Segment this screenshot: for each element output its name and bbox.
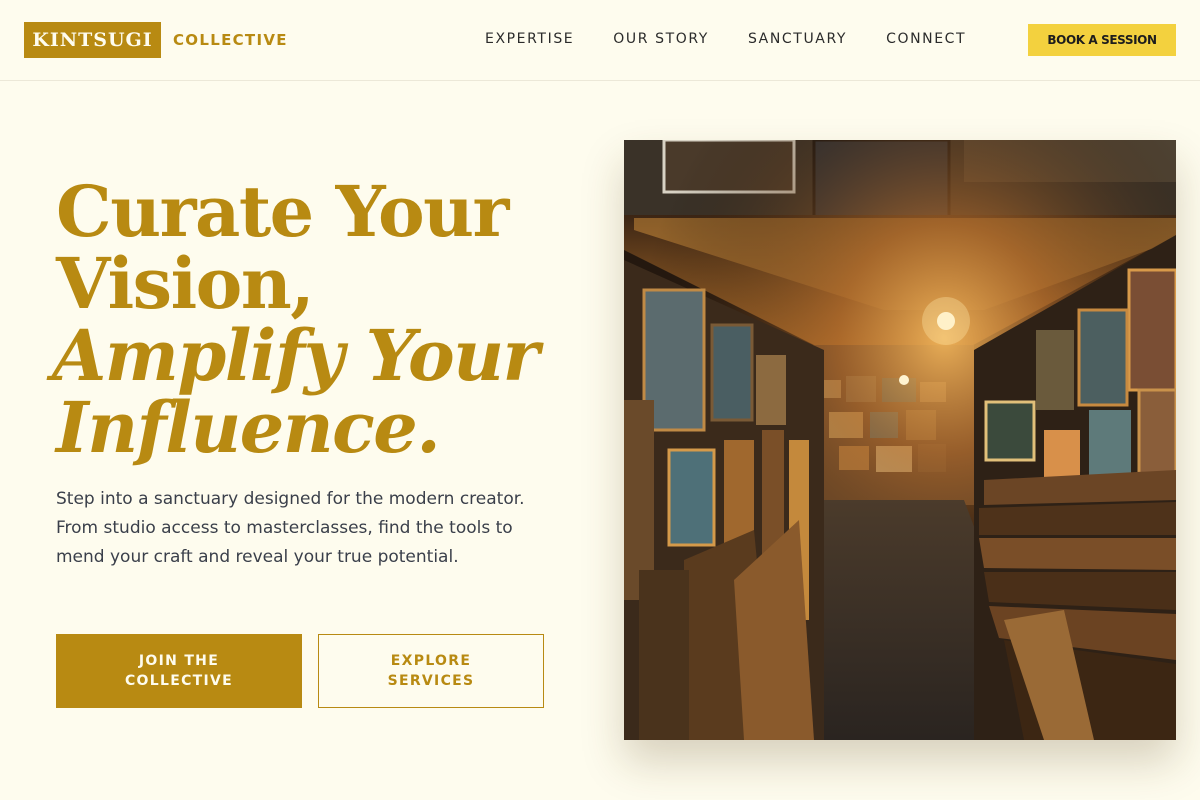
book-session-button[interactable]: BOOK A SESSION: [1028, 24, 1176, 56]
join-collective-button[interactable]: JOIN THE COLLECTIVE: [56, 634, 302, 708]
explore-services-button[interactable]: EXPLORE SERVICES: [318, 634, 544, 708]
logo-wordmark: COLLECTIVE: [173, 31, 288, 49]
nav-item-our-story[interactable]: OUR STORY: [613, 30, 709, 48]
headline-line-3: Amplify Your: [52, 314, 540, 397]
gallery-corridor-photo: [624, 140, 1176, 740]
headline-line-2: Vision,: [56, 242, 315, 325]
gallery-illustration: [624, 140, 1176, 740]
main-nav: EXPERTISE OUR STORY SANCTUARY CONNECT: [485, 30, 966, 48]
logo-mark: KINTSUGI: [24, 22, 161, 58]
nav-item-connect[interactable]: CONNECT: [886, 30, 966, 48]
headline-line-4: Influence.: [56, 386, 441, 469]
brand-logo[interactable]: KINTSUGI COLLECTIVE: [24, 22, 288, 58]
hero-description: Step into a sanctuary designed for the m…: [56, 489, 525, 567]
nav-item-expertise[interactable]: EXPERTISE: [485, 30, 574, 48]
headline-line-1: Curate Your: [56, 170, 509, 253]
site-header: KINTSUGI COLLECTIVE EXPERTISE OUR STORY …: [0, 0, 1200, 81]
nav-item-sanctuary[interactable]: SANCTUARY: [748, 30, 847, 48]
hero-headline: Curate Your Vision, Amplify Your Influen…: [52, 170, 576, 469]
